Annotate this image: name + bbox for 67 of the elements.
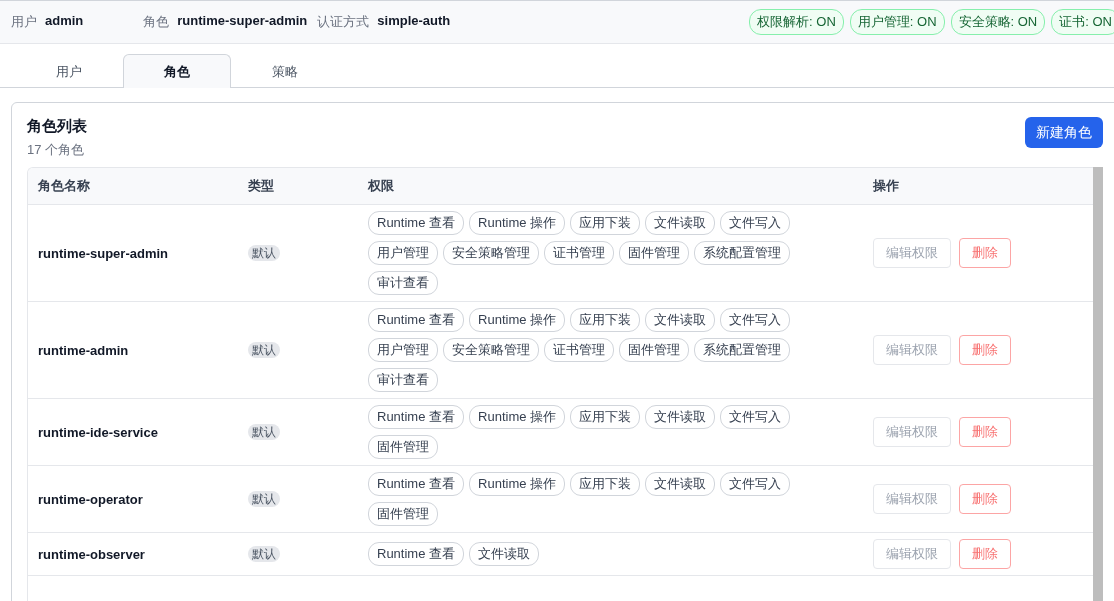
panel-subtitle: 17 个角色 xyxy=(27,141,86,159)
type-tag: 默认 xyxy=(248,244,280,261)
role-name: runtime-ide-service xyxy=(38,424,159,440)
permission-tag: 系统配置管理 xyxy=(694,338,790,362)
create-role-button[interactable]: 新建角色 xyxy=(1025,117,1103,148)
permission-tag: 文件读取 xyxy=(645,211,716,235)
permission-tag: 证书管理 xyxy=(544,241,614,265)
type-tag: 默认 xyxy=(248,490,280,507)
permission-tag: Runtime 操作 xyxy=(469,211,566,235)
permission-tag: 文件读取 xyxy=(645,472,716,496)
column-header: 角色名称 xyxy=(38,177,91,195)
field-value: simple-auth xyxy=(377,13,451,30)
permission-tag: Runtime 操作 xyxy=(469,405,566,429)
permission-tag: 应用下装 xyxy=(570,405,641,429)
tab[interactable]: 策略 xyxy=(231,54,339,88)
permission-tag: Runtime 查看 xyxy=(368,542,465,566)
permission-tag: Runtime 查看 xyxy=(368,405,465,429)
permission-tag: 用户管理 xyxy=(368,241,438,265)
permission-tag: 安全策略管理 xyxy=(443,241,539,265)
permission-tag: 文件读取 xyxy=(645,308,716,332)
permission-tag: 证书管理 xyxy=(544,338,614,362)
permission-tag: 应用下装 xyxy=(570,308,641,332)
permission-tag: 文件写入 xyxy=(720,211,791,235)
status-badge: 证书: ON xyxy=(1051,9,1114,35)
permission-tag: 用户管理 xyxy=(368,338,438,362)
permission-tag: 安全策略管理 xyxy=(443,338,539,362)
permission-tag: 审计查看 xyxy=(368,271,438,295)
permission-tag: 文件写入 xyxy=(720,472,791,496)
permission-tag: 审计查看 xyxy=(368,368,438,392)
permission-tag: 系统配置管理 xyxy=(694,241,790,265)
field-label: 角色 xyxy=(143,13,170,31)
permission-tag: Runtime 查看 xyxy=(368,211,465,235)
field-label: 用户 xyxy=(11,13,37,31)
field-value: admin xyxy=(45,13,84,30)
column-header: 操作 xyxy=(873,177,900,195)
permission-tag: 固件管理 xyxy=(619,241,689,265)
role-name: runtime-observer xyxy=(38,546,146,562)
permission-tag: 文件读取 xyxy=(469,542,540,566)
field-label: 认证方式 xyxy=(317,13,370,31)
permission-tag: Runtime 操作 xyxy=(469,472,566,496)
role-name: runtime-admin xyxy=(38,342,130,358)
scrollbar[interactable] xyxy=(1093,167,1103,601)
type-tag: 默认 xyxy=(248,341,280,358)
tab[interactable]: 用户 xyxy=(15,54,123,88)
permission-tag: 文件读取 xyxy=(645,405,716,429)
permission-tag: 固件管理 xyxy=(368,502,438,526)
status-badge: 用户管理: ON xyxy=(849,9,945,35)
permission-tag: 应用下装 xyxy=(570,211,641,235)
permission-tag: 固件管理 xyxy=(368,435,438,459)
permission-tag: 固件管理 xyxy=(619,338,689,362)
permission-tag: 文件写入 xyxy=(720,405,791,429)
type-tag: 默认 xyxy=(248,423,280,440)
field-value: runtime-super-admin xyxy=(177,13,308,30)
permission-tag: 应用下装 xyxy=(570,472,641,496)
column-header: 权限 xyxy=(368,177,395,195)
permission-tag: 文件写入 xyxy=(720,308,791,332)
panel-title: 角色列表 xyxy=(27,117,87,136)
permission-tag: Runtime 查看 xyxy=(368,308,465,332)
permission-tag: Runtime 操作 xyxy=(469,308,566,332)
permission-tag: Runtime 查看 xyxy=(368,472,465,496)
role-name: runtime-super-admin xyxy=(38,245,169,261)
column-header: 类型 xyxy=(248,177,275,195)
status-badge: 权限解析: ON xyxy=(749,9,844,35)
tab[interactable]: 角色 xyxy=(123,54,231,88)
type-tag: 默认 xyxy=(248,545,280,562)
status-badge: 安全策略: ON xyxy=(950,9,1046,35)
role-name: runtime-operator xyxy=(38,491,144,507)
